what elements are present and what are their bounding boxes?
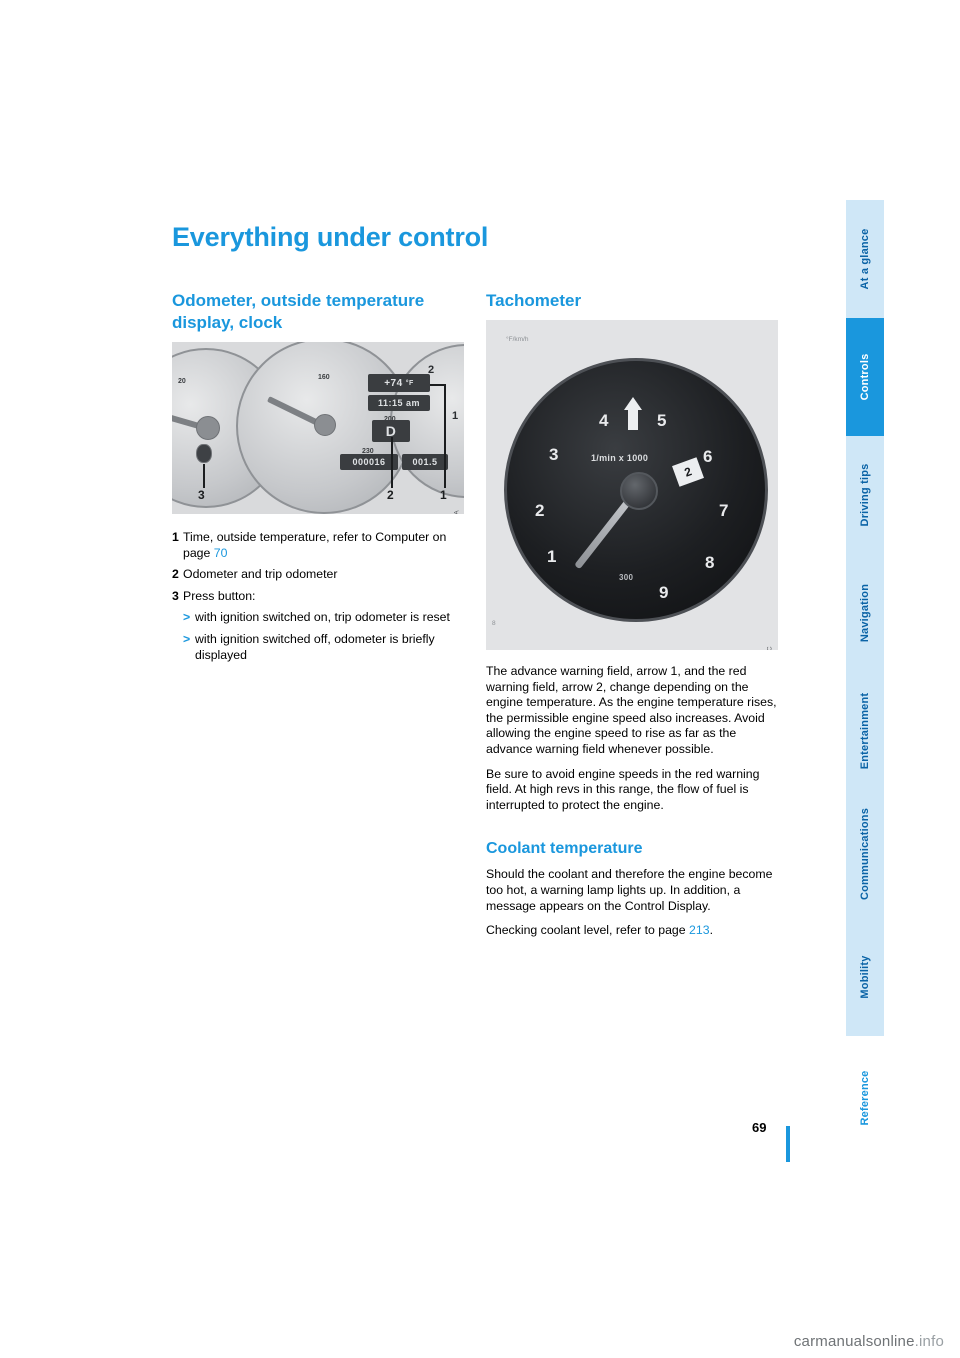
figure-watermark-left: 8 (492, 620, 496, 627)
figure-watermark-top: °F/km/h (506, 336, 529, 343)
page-title: Everything under control (172, 222, 489, 252)
figure-instrument-cluster: 20 160 200 230 2 1 +74 °F 11:15 am D 000… (172, 342, 464, 514)
arrow-icon: > (183, 610, 191, 625)
tachometer-paragraph-2: Be sure to avoid engine speeds in the re… (486, 766, 760, 812)
rail-tab-label: Controls (859, 353, 871, 401)
tachometer-paragraph-1: The advance warning field, arrow 1, and … (486, 664, 777, 756)
rail-tab-label: Navigation (859, 583, 871, 643)
rail-tab-driving-tips[interactable]: Driving tips (846, 436, 884, 554)
bullet-text: with ignition switched on, trip odometer… (195, 610, 450, 625)
list-text: Time, outside temperature, refer to Comp… (183, 530, 464, 561)
rail-tab-label: At a glance (859, 228, 871, 290)
tach-number-5: 5 (657, 411, 667, 430)
bullet-item: > with ignition switched on, trip odomet… (172, 610, 464, 626)
scale-number: 160 (318, 374, 330, 381)
footer-rule (786, 1126, 790, 1162)
section-heading-odometer: Odometer, outside temperature display, c… (172, 291, 425, 332)
callout-3: 3 (198, 488, 205, 502)
reset-button[interactable] (196, 444, 212, 463)
rail-tab-label: Communications (859, 807, 871, 901)
rail-tab-label: Driving tips (859, 463, 871, 527)
callout-1: 1 (440, 488, 447, 502)
site-watermark: carmanualsonline.info (794, 1333, 944, 1350)
page-reference-link[interactable]: 70 (214, 546, 228, 560)
list-item: 3 Press button: (172, 589, 464, 605)
outside-temperature-display: +74 °F (368, 374, 430, 392)
list-number: 1 (172, 530, 179, 544)
rail-tab-at-a-glance[interactable]: At a glance (846, 200, 884, 318)
tachometer-hub (620, 472, 658, 510)
secondary-hub (314, 414, 336, 436)
left-column: Odometer, outside temperature display, c… (172, 290, 464, 669)
coolant-period: . (709, 923, 713, 938)
section-heading-tachometer: Tachometer (486, 291, 582, 310)
scale-number: 20 (178, 378, 186, 385)
rail-tab-reference[interactable]: Reference (846, 1036, 884, 1160)
arrow-icon: > (183, 631, 191, 646)
section-tab-rail: At a glance Controls Driving tips Naviga… (846, 200, 884, 1160)
page-number: 69 (752, 1120, 767, 1135)
tach-number-9: 9 (659, 583, 669, 602)
list-item: 2 Odometer and trip odometer (172, 567, 464, 583)
callout-leader (391, 437, 393, 488)
tach-number-6: 6 (703, 447, 713, 466)
figure-tachometer: °F/km/h 1 2 3 4 5 6 7 8 9 1/min x 1000 M (486, 320, 778, 650)
callout-leader (444, 384, 446, 488)
page-reference-link[interactable]: 213 (689, 923, 710, 937)
list-number: 3 (172, 588, 179, 603)
coolant-paragraph-1: Should the coolant and therefore the eng… (486, 867, 773, 913)
rail-tab-mobility[interactable]: Mobility (846, 918, 884, 1036)
tach-number-3: 3 (549, 445, 559, 464)
advance-warning-arrow-icon (624, 397, 642, 410)
rail-tab-label: Entertainment (859, 692, 871, 770)
list-text: Press button: (183, 588, 256, 603)
site-watermark-suffix: .info (914, 1333, 944, 1350)
temperature-unit: °F (405, 379, 414, 387)
rail-tab-label: Reference (859, 1070, 871, 1126)
tach-number-2: 2 (535, 501, 545, 520)
tach-number-7: 7 (719, 501, 729, 520)
coolant-paragraph-2: Checking coolant level, refer to page 21… (486, 923, 778, 939)
tach-number-4: 4 (599, 411, 609, 430)
rail-tab-navigation[interactable]: Navigation (846, 554, 884, 672)
right-column: Tachometer °F/km/h 1 2 3 4 5 6 7 8 9 1/m… (486, 290, 778, 948)
figure-code: WK20BW0A (453, 510, 460, 514)
red-warning-tag: 2 (672, 457, 704, 487)
rail-tab-entertainment[interactable]: Entertainment (846, 672, 884, 790)
rail-tab-label: Mobility (859, 955, 871, 999)
bullet-text: with ignition switched off, odometer is … (195, 631, 435, 662)
rail-tab-controls[interactable]: Controls (846, 318, 884, 436)
figure-code: WK20BW0C (767, 646, 774, 650)
temperature-value: +74 (384, 377, 403, 389)
section-heading-coolant: Coolant temperature (486, 840, 643, 858)
callout-leader (430, 384, 445, 386)
tach-number-8: 8 (705, 553, 715, 572)
list-text: Odometer and trip odometer (183, 567, 338, 582)
figure-watermark: °F/km/h (506, 336, 528, 344)
tach-scale-label: 1/min x 1000 (591, 453, 649, 463)
list-item: 1 Time, outside temperature, refer to Co… (172, 530, 464, 561)
trip-odometer-display: 001.5 (402, 454, 448, 470)
advance-warning-arrow-stem (628, 410, 638, 430)
tach-number-1: 1 (547, 547, 557, 566)
bullet-item: > with ignition switched off, odometer i… (172, 632, 464, 663)
manual-page: At a glance Controls Driving tips Naviga… (0, 0, 960, 1358)
odometer-display: 000016 (340, 454, 398, 470)
site-watermark-name: carmanualsonline (793, 1333, 915, 1350)
speedometer-hub (196, 416, 220, 440)
rail-tab-communications[interactable]: Communications (846, 790, 884, 918)
coolant-paragraph-2-text: Checking coolant level, refer to page (486, 923, 690, 938)
clock-display: 11:15 am (368, 395, 430, 411)
scale-number: 1 (452, 410, 459, 422)
tachometer-dial: 1 2 3 4 5 6 7 8 9 1/min x 1000 M 2 (504, 358, 768, 622)
callout-2: 2 (387, 488, 394, 502)
callout-leader (203, 464, 205, 488)
list-number: 2 (172, 567, 179, 582)
tach-bottom-readout: 300 (619, 573, 634, 582)
